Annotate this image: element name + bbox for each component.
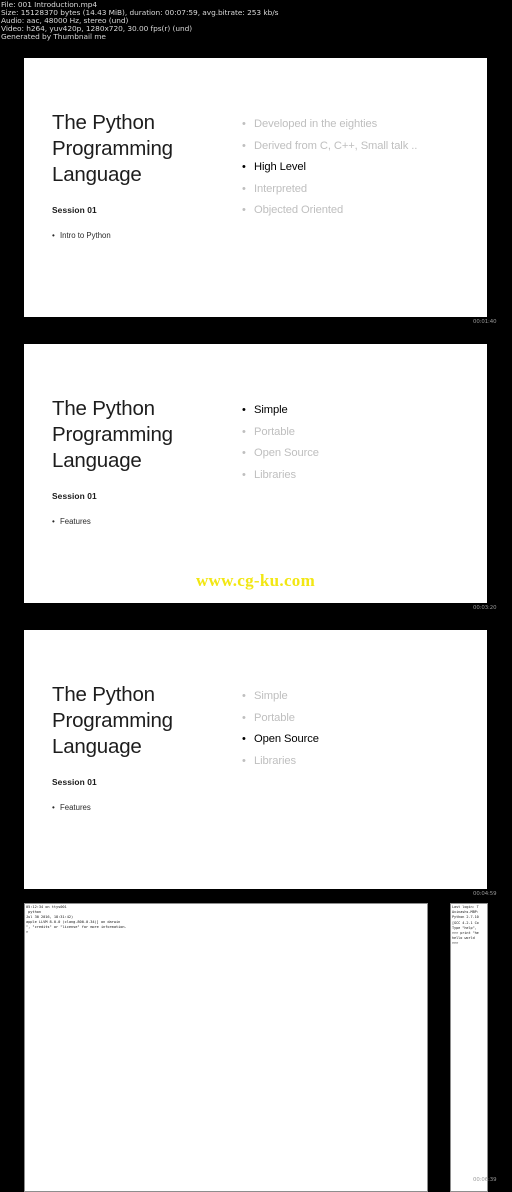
- video-metadata-header: File: 001 Introduction.mp4 Size: 1512837…: [0, 0, 512, 45]
- bullet-dot-icon: •: [242, 161, 246, 174]
- slide-2-bullet-3: • Libraries: [242, 469, 487, 482]
- slide-2-bullet-list: • Simple • Portable • Open Source • Libr…: [242, 404, 487, 482]
- slide-1-bullet-2: • High Level: [242, 161, 487, 174]
- bullet-dot-icon: •: [242, 468, 246, 481]
- bullet-dot-icon: •: [242, 139, 246, 152]
- slide-3-session-label: Session 01: [52, 777, 97, 787]
- slide-1-bullet-2-label: High Level: [254, 161, 306, 174]
- slide-3-bullet-list: • Simple • Portable • Open Source • Libr…: [242, 690, 487, 768]
- bullet-dot-icon: •: [242, 447, 246, 460]
- thumbnail-frame-2[interactable]: The Python Programming Language Session …: [24, 341, 488, 606]
- slide-3-bullet-3: • Libraries: [242, 755, 487, 768]
- slide-1-bullet-3-label: Interpreted: [254, 182, 308, 195]
- slide-1-bullet-1-label: Derived from C, C++, Small talk ..: [254, 139, 418, 152]
- bullet-dot-icon: •: [242, 733, 246, 746]
- slide-3-title: The Python Programming Language: [52, 683, 173, 758]
- bullet-dot-icon: •: [242, 425, 246, 438]
- slide-1-right-column: • Developed in the eighties • Derived fr…: [224, 58, 487, 317]
- slide-2-bullet-1-label: Portable: [254, 425, 295, 438]
- slide-1-bullet-0: • Developed in the eighties: [242, 118, 487, 131]
- slide-1-subbullet: • Intro to Python: [52, 231, 224, 240]
- site-watermark: www.cg-ku.com: [195, 571, 316, 590]
- thumbnail-4-timestamp: 00:06:39: [473, 1177, 497, 1183]
- bullet-dot-icon: •: [242, 404, 246, 416]
- slide-1: The Python Programming Language Session …: [24, 58, 487, 317]
- slide-2-bullet-1: • Portable: [242, 426, 487, 439]
- slide-3-bullet-1: • Portable: [242, 712, 487, 725]
- slide-2-title: The Python Programming Language: [52, 397, 173, 472]
- slide-3-bullet-0-label: Simple: [254, 690, 288, 702]
- slide-2-bullet-3-label: Libraries: [254, 468, 297, 481]
- terminal-window-main: 05:12:34 on ttys001 python Jul 30 2016, …: [24, 903, 428, 1192]
- slide-3-bullet-2-label: Open Source: [254, 733, 319, 746]
- bullet-dot-icon: •: [242, 182, 246, 195]
- slide-3-bullet-0: • Simple: [242, 690, 487, 703]
- slide-1-title: The Python Programming Language: [52, 111, 173, 186]
- slide-3: The Python Programming Language Session …: [24, 630, 487, 889]
- terminal-secondary-output: Last login: T Avinashs-MBP: Python 2.7.1…: [452, 905, 479, 946]
- terminal-main-output: 05:12:34 on ttys001 python Jul 30 2016, …: [26, 905, 127, 935]
- bullet-dot-icon: •: [52, 803, 55, 812]
- slide-3-subbullet: • Features: [52, 803, 224, 812]
- bullet-dot-icon: •: [52, 231, 55, 240]
- terminal-window-secondary: Last login: T Avinashs-MBP: Python 2.7.1…: [450, 903, 488, 1192]
- slide-2-subbullet-label: Features: [60, 517, 91, 526]
- slide-1-bullet-0-label: Developed in the eighties: [254, 118, 378, 130]
- slide-2-subbullet: • Features: [52, 517, 224, 526]
- bullet-dot-icon: •: [242, 118, 246, 130]
- slide-2-bullet-0-label: Simple: [254, 404, 288, 416]
- bullet-dot-icon: •: [242, 204, 246, 217]
- slide-1-bullet-3: • Interpreted: [242, 183, 487, 196]
- thumbnail-frame-3[interactable]: The Python Programming Language Session …: [24, 627, 488, 892]
- thumbnail-frame-1[interactable]: The Python Programming Language Session …: [24, 55, 488, 320]
- slide-1-session-label: Session 01: [52, 205, 97, 215]
- slide-3-bullet-3-label: Libraries: [254, 754, 297, 767]
- slide-2-bullet-0: • Simple: [242, 404, 487, 417]
- slide-1-bullet-list: • Developed in the eighties • Derived fr…: [242, 118, 487, 217]
- bullet-dot-icon: •: [242, 754, 246, 767]
- slide-3-left-column: The Python Programming Language Session …: [24, 630, 224, 889]
- slide-1-subbullet-label: Intro to Python: [60, 231, 111, 240]
- slide-2-session-label: Session 01: [52, 491, 97, 501]
- slide-2-right-column: • Simple • Portable • Open Source • Libr…: [224, 344, 487, 603]
- bullet-dot-icon: •: [242, 690, 246, 702]
- metadata-line-generator: Generated by Thumbnail me: [1, 32, 106, 42]
- bullet-dot-icon: •: [52, 517, 55, 526]
- slide-1-left-column: The Python Programming Language Session …: [24, 58, 224, 317]
- thumbnail-frame-4[interactable]: 05:12:34 on ttys001 python Jul 30 2016, …: [0, 900, 512, 1192]
- thumbnail-2-timestamp: 00:03:20: [473, 605, 497, 611]
- slide-3-right-column: • Simple • Portable • Open Source • Libr…: [224, 630, 487, 889]
- slide-1-bullet-1: • Derived from C, C++, Small talk ..: [242, 140, 487, 153]
- thumbnail-3-timestamp: 00:04:59: [473, 891, 497, 897]
- bullet-dot-icon: •: [242, 711, 246, 724]
- slide-3-subbullet-label: Features: [60, 803, 91, 812]
- slide-2-bullet-2: • Open Source: [242, 447, 487, 460]
- thumbnail-1-timestamp: 00:01:40: [473, 319, 497, 325]
- slide-2: The Python Programming Language Session …: [24, 344, 487, 603]
- slide-3-bullet-2: • Open Source: [242, 733, 487, 746]
- slide-1-bullet-4-label: Objected Oriented: [254, 204, 344, 217]
- slide-1-bullet-4: • Objected Oriented: [242, 204, 487, 217]
- slide-2-bullet-2-label: Open Source: [254, 447, 319, 460]
- slide-3-bullet-1-label: Portable: [254, 711, 295, 724]
- slide-2-left-column: The Python Programming Language Session …: [24, 344, 224, 603]
